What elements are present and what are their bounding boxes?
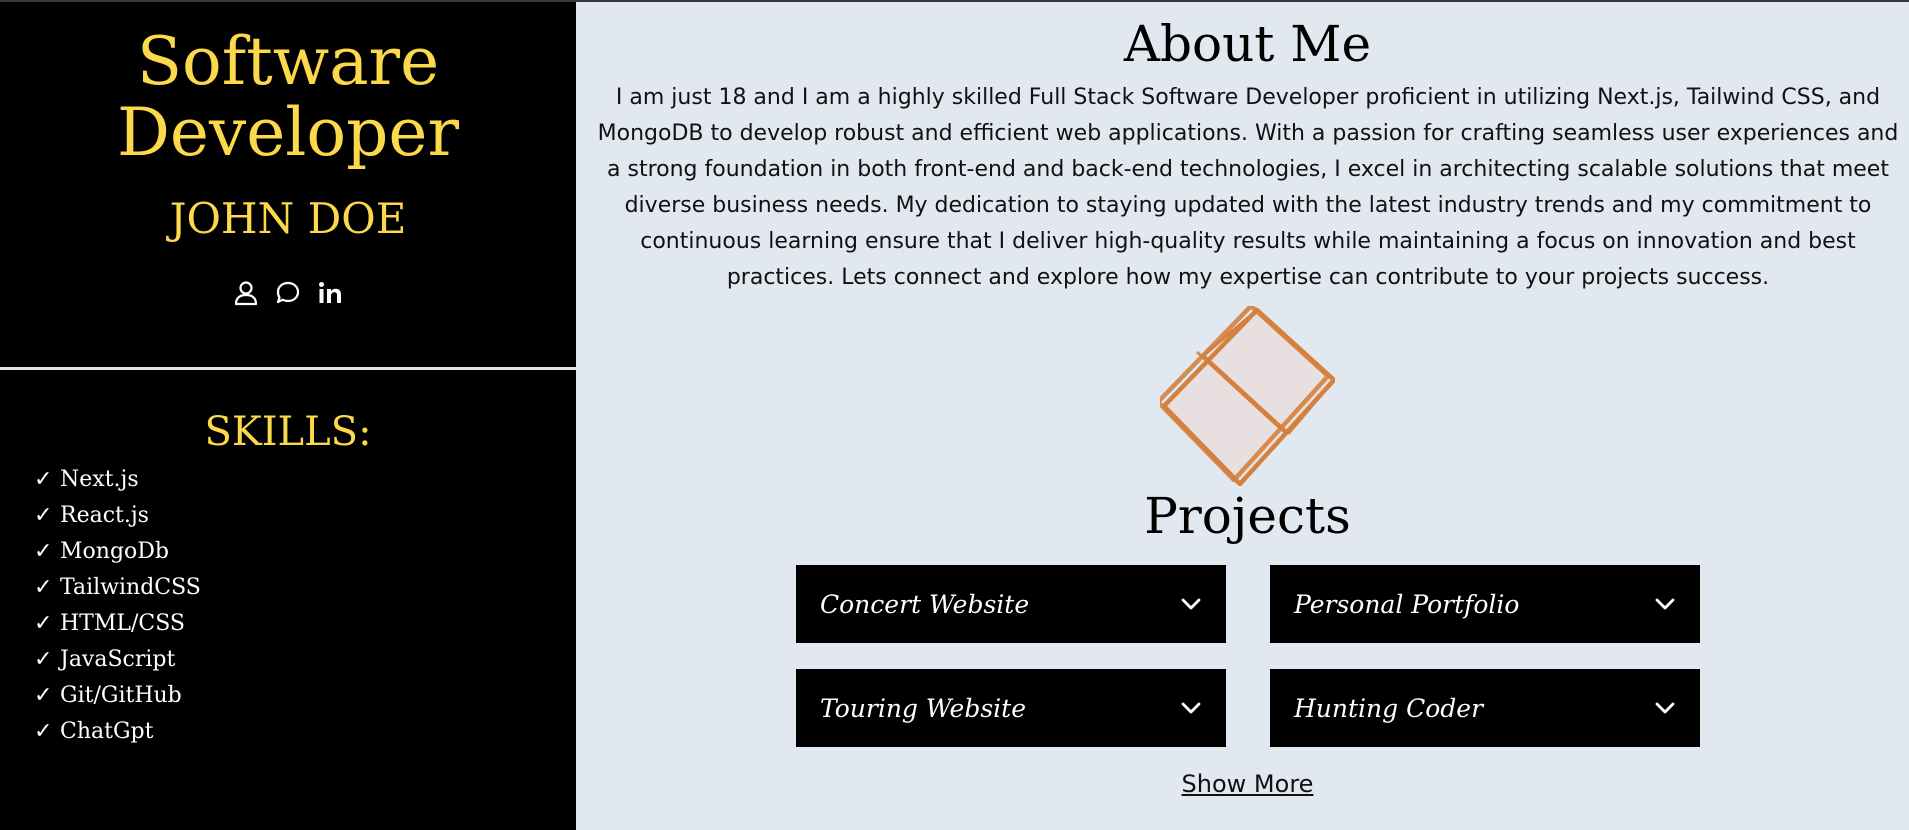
skill-label: HTML/CSS [60,611,185,636]
chevron-down-icon [1655,702,1675,714]
about-line: a strong foundation in both front-end an… [607,157,1889,182]
skill-item: ✓ Next.js [34,462,201,498]
about-paragraph: I am just 18 and I am a highly skilled F… [578,80,1909,296]
skill-item: ✓ ChatGpt [34,714,201,750]
about-line: I am just 18 and I am a highly skilled F… [615,85,1881,110]
projects-title: Projects [1144,487,1351,545]
project-title: Concert Website [820,589,1030,619]
about-line: practices. Lets connect and explore how … [726,265,1770,290]
about-line: diverse business needs. My dedication to… [624,193,1872,218]
checkmark-icon: ✓ [34,539,53,564]
project-card-hunting-coder[interactable]: Hunting Coder [1270,669,1700,747]
sidebar-divider [0,367,576,370]
checkmark-icon: ✓ [34,503,53,528]
checkmark-icon: ✓ [34,575,53,600]
sidebar: Software Developer JOHN DOE SKILLS: ✓ Ne… [0,2,576,830]
skill-label: Git/GitHub [60,683,182,708]
chevron-down-icon [1181,702,1201,714]
about-line: continuous learning ensure that I delive… [640,229,1856,254]
skill-item: ✓ HTML/CSS [34,606,201,642]
skill-item: ✓ MongoDb [34,534,201,570]
project-title: Personal Portfolio [1294,589,1520,619]
checkmark-icon: ✓ [34,611,53,636]
page-title: Software Developer [0,26,576,168]
skills-list: ✓ Next.js ✓ React.js ✓ MongoDb ✓ TailwindCSS… [34,462,201,750]
project-card-personal-portfolio[interactable]: Personal Portfolio [1270,565,1700,643]
user-icon[interactable] [231,278,261,308]
cube-illustration [1155,303,1337,487]
checkmark-icon: ✓ [34,683,53,708]
project-card-concert-website[interactable]: Concert Website [796,565,1226,643]
about-line: MongoDB to develop robust and efficient … [597,121,1899,146]
skill-label: TailwindCSS [60,575,201,600]
skill-label: React.js [60,503,149,528]
chevron-down-icon [1655,598,1675,610]
about-title: About Me [1123,15,1372,73]
title-line-2: Developer [116,94,460,171]
skill-item: ✓ JavaScript [34,642,201,678]
checkmark-icon: ✓ [34,467,53,492]
skill-label: MongoDb [60,539,169,564]
chevron-down-icon [1181,598,1201,610]
developer-name: JOHN DOE [169,194,407,243]
project-title: Touring Website [820,693,1027,723]
profile-section: Software Developer JOHN DOE [0,2,576,367]
skill-label: JavaScript [60,647,176,672]
project-card-touring-website[interactable]: Touring Website [796,669,1226,747]
show-more-link[interactable]: Show More [1182,770,1314,798]
project-title: Hunting Coder [1294,693,1484,723]
skill-item: ✓ Git/GitHub [34,678,201,714]
title-line-1: Software [136,23,440,100]
skill-item: ✓ TailwindCSS [34,570,201,606]
skills-title: SKILLS: [204,409,372,455]
checkmark-icon: ✓ [34,719,53,744]
skill-label: Next.js [60,467,139,492]
skill-item: ✓ React.js [34,498,201,534]
chat-bubble-icon[interactable] [273,278,303,308]
linkedin-icon[interactable] [315,278,345,308]
skill-label: ChatGpt [60,719,154,744]
checkmark-icon: ✓ [34,647,53,672]
show-more-container: Show More [576,766,1909,802]
social-links [0,278,576,312]
